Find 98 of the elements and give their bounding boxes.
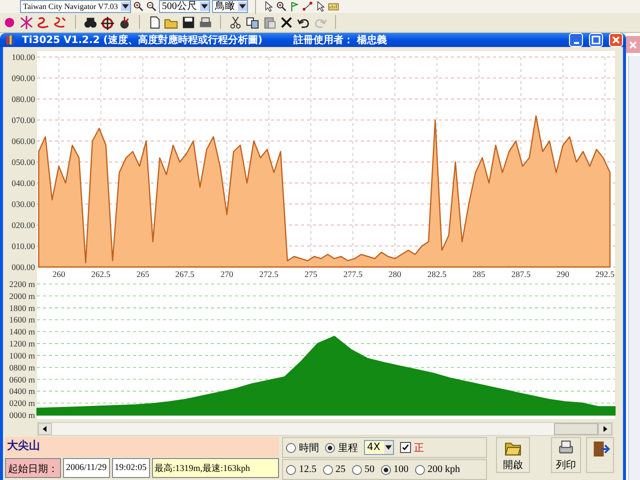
caret-icon bbox=[384, 443, 394, 452]
tick-label: 090.00 bbox=[12, 73, 35, 83]
dropdown[interactable]: Taiwan City Navigator V7.03 bbox=[20, 0, 131, 13]
tick-label: 0600 m bbox=[9, 374, 35, 384]
vertical-scrollbar[interactable] bbox=[628, 56, 640, 480]
exit-button[interactable] bbox=[586, 437, 614, 473]
tick-label: 0800 m bbox=[9, 362, 35, 372]
close-button[interactable] bbox=[609, 33, 623, 47]
cursor-icon[interactable] bbox=[314, 1, 326, 12]
tick-label: 1200 m bbox=[9, 338, 35, 349]
target-icon[interactable] bbox=[100, 14, 115, 30]
save-icon[interactable] bbox=[181, 14, 196, 30]
radio-button[interactable]: 時間 bbox=[286, 440, 319, 454]
close-icon bbox=[611, 35, 621, 45]
right-arrow-icon bbox=[602, 426, 608, 432]
caret-icon bbox=[120, 2, 130, 11]
scroll-left-button[interactable] bbox=[38, 423, 52, 435]
route-icon[interactable] bbox=[302, 1, 313, 12]
printer-icon[interactable] bbox=[198, 14, 213, 30]
left-arrow-icon bbox=[42, 426, 48, 432]
tick-label: 070.00 bbox=[12, 115, 35, 125]
radio-button[interactable]: 12.5 bbox=[286, 464, 316, 475]
tick-label: 287.5 bbox=[511, 269, 530, 279]
radio-button[interactable]: 100 bbox=[380, 464, 408, 475]
tick-label: 060.00 bbox=[12, 136, 35, 146]
date-label: 起始日期： bbox=[5, 458, 61, 478]
tick-label: 050.00 bbox=[12, 157, 35, 167]
scroll-thumb[interactable] bbox=[554, 423, 598, 435]
tick-label: 0400 m bbox=[9, 386, 35, 396]
minimize-button[interactable] bbox=[569, 33, 583, 47]
tick-label: 270 bbox=[220, 269, 234, 279]
app-icon[interactable] bbox=[5, 34, 17, 46]
minimize-icon bbox=[574, 42, 578, 44]
tick-label: 262.5 bbox=[91, 269, 110, 279]
caret-icon bbox=[200, 2, 209, 11]
time-field[interactable]: 19:02:05 bbox=[112, 458, 150, 478]
place-name-field[interactable]: 大尖山 bbox=[5, 437, 279, 457]
tick-label: 1000 m bbox=[9, 350, 35, 360]
chart-icon[interactable] bbox=[328, 1, 339, 12]
tick-label: 2200 m bbox=[9, 279, 35, 289]
dropdown[interactable]: 500公尺 bbox=[158, 0, 210, 13]
zoom-in-icon[interactable] bbox=[276, 1, 287, 12]
tick-label: 282.5 bbox=[427, 269, 446, 279]
tick-label: 265 bbox=[136, 269, 150, 279]
tick-label: 100.00 bbox=[12, 52, 35, 62]
tick-label: 285 bbox=[472, 269, 486, 279]
tick-label: 292.5 bbox=[595, 269, 614, 279]
tick-label: 030.00 bbox=[12, 199, 35, 209]
cursor-icon[interactable] bbox=[262, 1, 274, 12]
paste-icon[interactable] bbox=[262, 14, 277, 30]
horizontal-scrollbar[interactable] bbox=[37, 422, 613, 436]
tick-label: 010.00 bbox=[12, 241, 35, 251]
squiggle-icon[interactable] bbox=[53, 14, 68, 30]
scissors-icon[interactable] bbox=[228, 14, 243, 30]
maximize-button[interactable] bbox=[589, 33, 603, 47]
tick-label: 0000 m bbox=[9, 410, 35, 419]
caret-icon bbox=[238, 2, 247, 11]
dropdown[interactable]: 鳥瞰 bbox=[212, 0, 248, 13]
radio-button[interactable]: 25 bbox=[322, 464, 346, 475]
close-icon bbox=[628, 40, 638, 50]
radio-button[interactable]: 50 bbox=[352, 464, 374, 475]
radio-button[interactable]: 200 kph bbox=[414, 464, 460, 475]
print-button[interactable]: 列印 bbox=[551, 437, 581, 473]
radio-button[interactable]: 里程 bbox=[325, 440, 358, 454]
window-title: Ti3025 V1.2.2 (速度、高度對應時程或行程分析圖) bbox=[22, 33, 262, 47]
date-field[interactable]: 2006/11/29 bbox=[63, 458, 110, 478]
tick-label: 040.00 bbox=[12, 178, 35, 188]
copy-icon[interactable] bbox=[245, 14, 260, 30]
maximize-icon bbox=[591, 35, 601, 45]
tick-label: 280 bbox=[388, 269, 402, 279]
zoom-dropdown[interactable]: 4X bbox=[364, 440, 394, 455]
tick-label: 0200 m bbox=[9, 398, 35, 408]
tick-label: 2000 m bbox=[9, 290, 35, 301]
printer-icon bbox=[556, 439, 576, 456]
tick-label: 267.5 bbox=[175, 269, 194, 279]
registered-user: 註冊使用者： 楊忠義 bbox=[293, 33, 387, 47]
zoom-out-icon[interactable] bbox=[146, 1, 157, 12]
flag-icon[interactable] bbox=[288, 1, 300, 12]
tick-label: 1800 m bbox=[9, 302, 35, 313]
tick-label: 275 bbox=[304, 269, 318, 279]
squiggle-icon[interactable] bbox=[36, 14, 51, 30]
tick-label: 290 bbox=[556, 269, 570, 279]
tick-label: 1600 m bbox=[9, 314, 35, 325]
spark-icon[interactable] bbox=[19, 14, 34, 30]
scroll-right-button[interactable] bbox=[598, 423, 612, 435]
zoom-in-icon[interactable] bbox=[132, 1, 144, 12]
tick-label: 277.5 bbox=[343, 269, 362, 279]
tick-label: 1400 m bbox=[9, 326, 35, 337]
tick-label: 020.00 bbox=[12, 220, 35, 230]
tick-label: 260 bbox=[52, 269, 66, 279]
open-button[interactable]: 開啟 bbox=[496, 437, 530, 473]
tick-label: 000.00 bbox=[12, 262, 35, 272]
tick-label: 080.00 bbox=[12, 94, 35, 104]
checkbox[interactable]: 正 bbox=[400, 440, 424, 454]
tick-label: 272.5 bbox=[259, 269, 278, 279]
checkmark-icon bbox=[401, 443, 410, 452]
summary-field: 最高:1319m,最速:163kph bbox=[152, 458, 279, 478]
delete-icon[interactable] bbox=[279, 14, 294, 30]
